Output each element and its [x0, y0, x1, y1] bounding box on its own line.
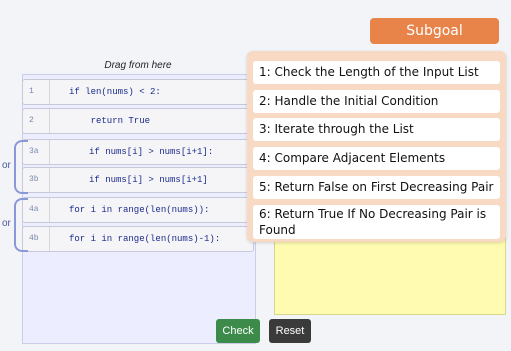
code-block-2[interactable]: 2 return True	[22, 108, 254, 134]
code-block-3b[interactable]: 3b if nums[i] > nums[i+1]	[22, 167, 254, 193]
subgoal-item: 2: Handle the Initial Condition	[253, 90, 500, 113]
block-number: 1	[23, 80, 50, 104]
code-block-1[interactable]: 1 if len(nums) < 2:	[22, 79, 254, 105]
block-number: 2	[23, 109, 50, 133]
drop-target-area-lower[interactable]	[274, 238, 506, 315]
or-group-bracket	[14, 140, 28, 194]
block-code: if nums[i] > nums[i+1]	[89, 175, 208, 185]
subgoal-item: 5: Return False on First Decreasing Pair	[253, 176, 500, 199]
drag-source-header: Drag from here	[104, 60, 172, 71]
block-code: if nums[i] > nums[i+1]:	[89, 147, 214, 157]
or-group-bracket	[14, 198, 28, 252]
subgoal-item: 6: Return True If No Decreasing Pair is …	[253, 205, 500, 239]
check-button[interactable]: Check	[216, 319, 260, 343]
subgoal-breakdown-button[interactable]: Subgoal Breakdown	[370, 18, 499, 65]
subgoal-item: 3: Iterate through the List	[253, 118, 500, 141]
reset-button[interactable]: Reset	[269, 319, 311, 343]
block-code: for i in range(len(nums)):	[69, 205, 210, 215]
subgoal-item: 4: Compare Adjacent Elements	[253, 147, 500, 170]
or-label: or	[2, 160, 11, 171]
code-block-4b[interactable]: 4b for i in range(len(nums)-1):	[22, 226, 254, 252]
block-code: return True	[69, 116, 151, 126]
subgoal-item: 1: Check the Length of the Input List	[253, 61, 500, 84]
or-label: or	[2, 218, 11, 229]
block-code: if len(nums) < 2:	[69, 87, 161, 97]
block-code: for i in range(len(nums)-1):	[69, 234, 221, 244]
code-block-3a[interactable]: 3a if nums[i] > nums[i+1]:	[22, 139, 254, 165]
code-block-4a[interactable]: 4a for i in range(len(nums)):	[22, 197, 254, 223]
